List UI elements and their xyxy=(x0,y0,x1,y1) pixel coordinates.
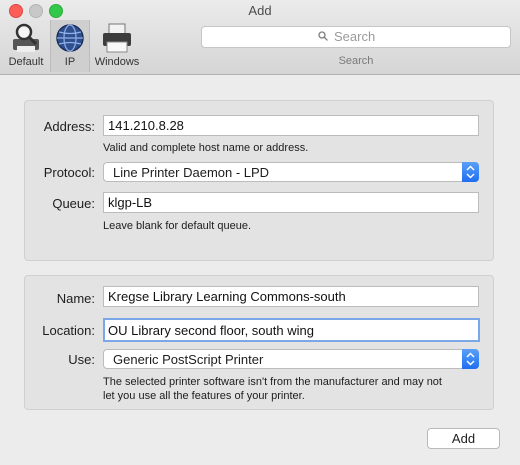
search-icon xyxy=(318,31,328,41)
search-input[interactable] xyxy=(334,29,484,44)
queue-label: Queue: xyxy=(52,196,95,211)
driver-warning-line2: let you use all the features of your pri… xyxy=(103,390,305,402)
toolbar: Add Default IP Windows Search Search xyxy=(0,0,520,75)
search-field[interactable] xyxy=(201,26,511,48)
tab-ip[interactable]: IP xyxy=(50,20,90,72)
location-label: Location: xyxy=(42,323,95,338)
tab-ip-label: IP xyxy=(64,56,76,68)
add-button[interactable]: Add xyxy=(427,428,500,449)
queue-field[interactable] xyxy=(103,192,479,213)
protocol-value: Line Printer Daemon - LPD xyxy=(113,165,270,180)
name-label: Name: xyxy=(56,291,95,306)
add-printer-window: Add Default IP Windows Search Search Add… xyxy=(0,0,520,465)
search-caption: Search xyxy=(338,55,374,67)
globe-icon xyxy=(56,24,84,52)
location-field[interactable] xyxy=(103,318,480,342)
tab-default[interactable]: Default xyxy=(4,20,48,72)
popup-arrows-icon xyxy=(462,162,479,182)
popup-arrows-icon xyxy=(462,349,479,369)
address-label: Address: xyxy=(43,119,95,134)
tab-default-label: Default xyxy=(8,56,44,68)
tab-windows-label: Windows xyxy=(94,56,140,68)
printer-name-field[interactable] xyxy=(103,286,479,307)
address-field[interactable] xyxy=(103,115,479,136)
protocol-label: Protocol: xyxy=(43,165,95,180)
queue-hint: Leave blank for default queue. xyxy=(103,220,252,232)
use-value: Generic PostScript Printer xyxy=(113,352,264,367)
driver-warning-line1: The selected printer software isn't from… xyxy=(103,376,442,388)
use-label: Use: xyxy=(68,352,95,367)
use-popup[interactable]: Generic PostScript Printer xyxy=(103,349,479,369)
magnifier-printer-icon xyxy=(13,23,39,52)
window-title: Add xyxy=(248,3,272,18)
printer-icon xyxy=(103,23,131,53)
tab-windows[interactable]: Windows xyxy=(90,20,144,72)
address-hint: Valid and complete host name or address. xyxy=(103,142,309,154)
protocol-popup[interactable]: Line Printer Daemon - LPD xyxy=(103,162,479,182)
